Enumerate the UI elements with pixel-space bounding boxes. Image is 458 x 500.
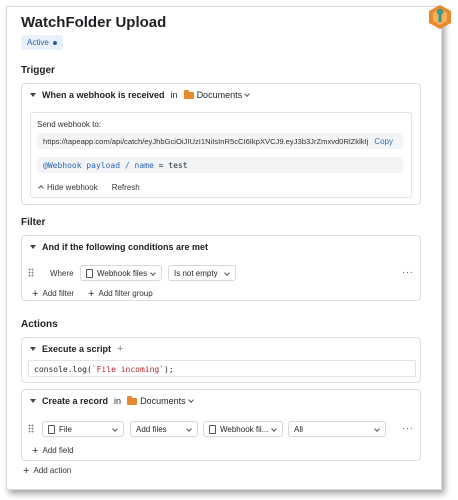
record-folder-name: Documents [140, 396, 186, 406]
chevron-down-icon [224, 270, 230, 276]
chevron-down-icon [187, 397, 194, 403]
trigger-event-label: When a webhook is received [42, 90, 165, 100]
webhook-url-text: https://tapeapp.com/api/catch/eyJhbGciOi… [43, 137, 373, 146]
add-field-label: Add field [42, 446, 74, 455]
record-scope-select[interactable]: All [288, 421, 386, 437]
script-fn: console.log( [34, 365, 92, 374]
document-icon [209, 424, 216, 434]
record-add-row: + Add field [32, 444, 74, 457]
status-badge[interactable]: Active [21, 35, 63, 50]
status-dot-icon [52, 40, 57, 45]
webhook-payload-code[interactable]: @Webhook payload / name = test [37, 157, 403, 173]
plus-icon: + [88, 287, 95, 300]
page-title: WatchFolder Upload [21, 14, 167, 31]
folder-icon [183, 90, 194, 99]
record-action-header[interactable]: Create a record in Documents [30, 396, 194, 406]
collapse-caret-icon[interactable] [30, 347, 36, 351]
chevron-down-icon [374, 426, 380, 432]
chevron-down-icon [244, 91, 250, 97]
folder-icon [127, 396, 138, 405]
chevron-down-icon [150, 270, 156, 276]
document-icon [48, 424, 55, 434]
app-logo-icon [429, 5, 451, 29]
drag-handle-icon[interactable] [28, 424, 34, 433]
record-folder-select[interactable]: Documents [127, 396, 194, 406]
collapse-caret-icon[interactable] [30, 245, 36, 249]
script-action-header[interactable]: Execute a script + [30, 344, 123, 355]
payload-variable: @Webhook payload / name [43, 161, 154, 170]
add-filter-group-label: Add filter group [98, 289, 153, 298]
filter-section-title: Filter [21, 217, 46, 228]
record-source-select[interactable]: Webhook fil... [203, 421, 283, 437]
hide-webhook-label: Hide webhook [47, 183, 98, 192]
filter-condition-label: And if the following conditions are met [42, 242, 208, 252]
add-plus-icon[interactable]: + [117, 344, 123, 355]
workflow-panel: WatchFolder Upload Active Trigger When a… [6, 6, 442, 490]
filter-field-value: Webhook files [97, 268, 148, 278]
record-mode-select[interactable]: Add files [130, 421, 198, 437]
record-in-label: in [114, 396, 122, 406]
filter-card: And if the following conditions are met … [21, 235, 421, 301]
record-action-label: Create a record [42, 396, 109, 406]
plus-icon: + [23, 464, 30, 477]
refresh-button[interactable]: Refresh [112, 183, 140, 192]
copy-button[interactable]: Copy [368, 135, 395, 146]
filter-operator-select[interactable]: Is not empty [168, 265, 236, 281]
drag-handle-icon[interactable] [28, 268, 34, 277]
collapse-caret-icon[interactable] [30, 93, 36, 97]
chevron-down-icon [112, 426, 118, 432]
record-mode-value: Add files [136, 424, 167, 434]
trigger-folder-name: Documents [196, 90, 243, 100]
record-more-button[interactable]: ··· [402, 423, 414, 434]
collapse-caret-icon[interactable] [30, 399, 36, 403]
add-filter-group-button[interactable]: + Add filter group [88, 287, 153, 300]
script-action-label: Execute a script [42, 344, 112, 354]
add-filter-button[interactable]: + Add filter [32, 287, 75, 300]
where-label: Where [50, 269, 74, 278]
add-field-button[interactable]: + Add field [32, 444, 74, 457]
script-end: ); [164, 365, 174, 374]
filter-header[interactable]: And if the following conditions are met [30, 242, 208, 252]
trigger-in-label: in [170, 90, 178, 100]
chevron-up-icon [38, 184, 44, 191]
record-field-select[interactable]: File [42, 421, 124, 437]
webhook-box: Send webhook to: https://tapeapp.com/api… [30, 112, 412, 198]
filter-field-select[interactable]: Webhook files [80, 265, 162, 281]
filter-more-button[interactable]: ··· [402, 267, 414, 278]
filter-add-row: + Add filter + Add filter group [32, 287, 153, 300]
status-badge-label: Active [27, 38, 49, 47]
record-scope-value: All [294, 424, 303, 434]
trigger-section-title: Trigger [21, 65, 55, 76]
filter-operator-value: Is not empty [174, 268, 218, 278]
record-source-value: Webhook fil... [220, 424, 269, 434]
add-action-row: + Add action [23, 464, 72, 477]
payload-operator: = [158, 161, 164, 170]
trigger-card: When a webhook is received in Documents … [21, 83, 421, 205]
webhook-url-field[interactable]: https://tapeapp.com/api/catch/eyJhbGciOi… [37, 133, 403, 149]
plus-icon: + [32, 287, 39, 300]
trigger-header[interactable]: When a webhook is received in Documents [30, 90, 250, 100]
actions-section-title: Actions [21, 319, 58, 330]
chevron-down-icon [186, 426, 192, 432]
payload-value: test [168, 161, 188, 170]
webhook-actions-row: Hide webhook Refresh [38, 183, 140, 192]
script-action-card: Execute a script + console.log(`File inc… [21, 337, 421, 383]
add-action-label: Add action [33, 466, 72, 475]
script-editor[interactable]: console.log(`File incoming`); [28, 360, 416, 377]
chevron-down-icon [271, 426, 277, 432]
record-field-value: File [59, 424, 72, 434]
script-string: `File incoming` [91, 365, 165, 374]
hide-webhook-button[interactable]: Hide webhook [38, 183, 98, 192]
trigger-folder-select[interactable]: Documents [183, 90, 250, 100]
record-action-card: Create a record in Documents File Add fi… [21, 389, 421, 461]
add-filter-label: Add filter [42, 289, 75, 298]
add-action-button[interactable]: + Add action [23, 464, 72, 477]
send-webhook-label: Send webhook to: [37, 120, 102, 129]
plus-icon: + [32, 444, 39, 457]
document-icon [86, 268, 93, 278]
